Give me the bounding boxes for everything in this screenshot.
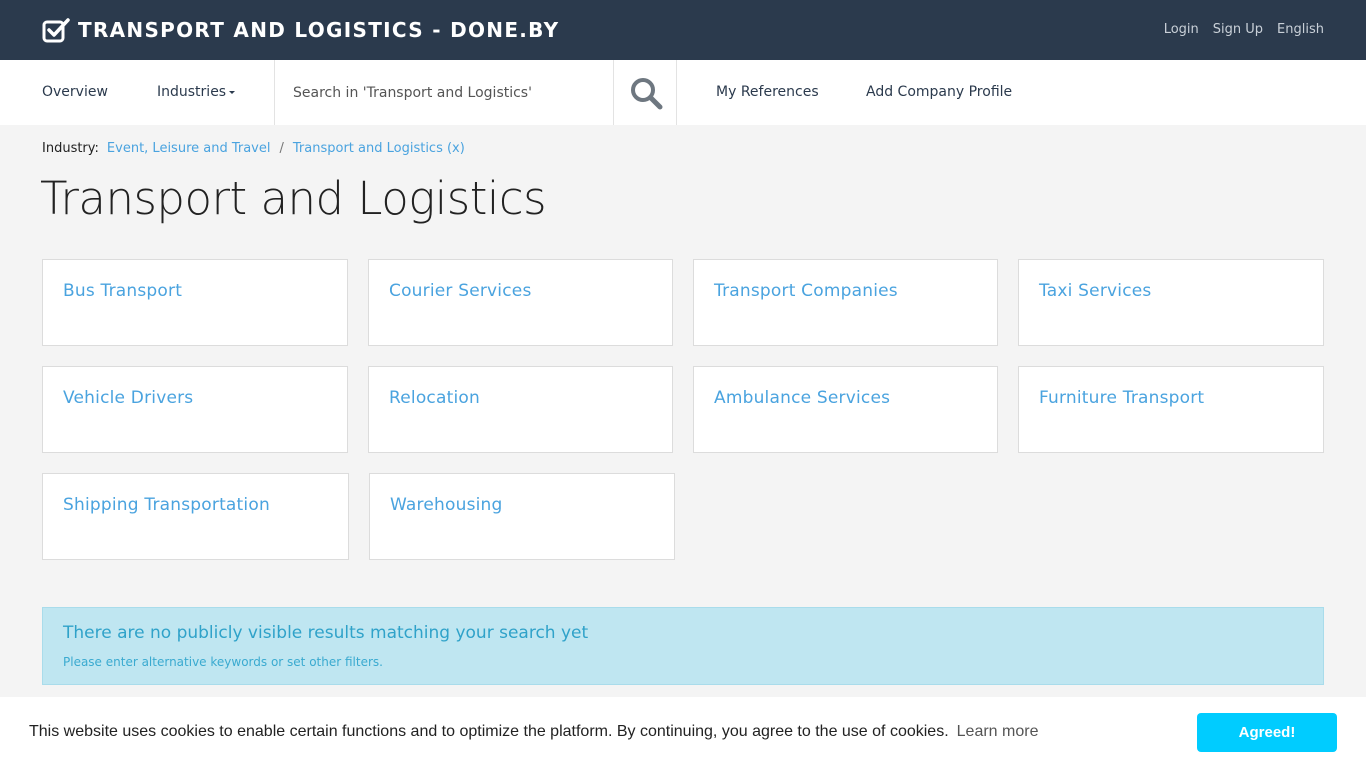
- cookie-agree-button[interactable]: Agreed!: [1197, 713, 1337, 752]
- breadcrumb-label: Industry:: [42, 141, 99, 156]
- alert-text: Please enter alternative keywords or set…: [63, 655, 383, 669]
- top-bar: TRANSPORT AND LOGISTICS - DONE.BY Login …: [0, 0, 1366, 60]
- category-tile-vehicle-drivers[interactable]: Vehicle Drivers: [42, 366, 348, 453]
- category-tile-shipping-transportation[interactable]: Shipping Transportation: [42, 473, 349, 560]
- category-label: Shipping Transportation: [63, 495, 270, 515]
- nav-overview[interactable]: Overview: [42, 84, 108, 100]
- search-box: [274, 60, 677, 125]
- main-nav: Overview Industries My References Add Co…: [0, 60, 1366, 125]
- no-results-alert: There are no publicly visible results ma…: [42, 607, 1324, 685]
- cookie-banner: This website uses cookies to enable cert…: [0, 697, 1366, 768]
- category-label: Vehicle Drivers: [63, 388, 194, 408]
- category-label: Bus Transport: [63, 281, 183, 301]
- category-label: Ambulance Services: [714, 388, 891, 408]
- login-link[interactable]: Login: [1164, 22, 1199, 37]
- nav-add-company-profile[interactable]: Add Company Profile: [866, 84, 1012, 100]
- category-tile-transport-companies[interactable]: Transport Companies: [693, 259, 998, 346]
- nav-industries-dropdown[interactable]: Industries: [157, 84, 236, 100]
- category-tile-courier-services[interactable]: Courier Services: [368, 259, 673, 346]
- category-label: Warehousing: [390, 495, 503, 515]
- breadcrumb: Industry: Event, Leisure and Travel / Tr…: [42, 141, 465, 156]
- category-label: Transport Companies: [714, 281, 898, 301]
- category-tile-taxi-services[interactable]: Taxi Services: [1018, 259, 1324, 346]
- checkbox-check-icon: [42, 18, 70, 43]
- breadcrumb-item-transport-logistics[interactable]: Transport and Logistics (x): [293, 141, 465, 156]
- category-tile-ambulance-services[interactable]: Ambulance Services: [693, 366, 998, 453]
- cookie-text: This website uses cookies to enable cert…: [29, 723, 949, 740]
- cookie-message: This website uses cookies to enable cert…: [29, 723, 1038, 741]
- category-tile-bus-transport[interactable]: Bus Transport: [42, 259, 348, 346]
- search-input[interactable]: [275, 60, 614, 125]
- brand-logo[interactable]: TRANSPORT AND LOGISTICS - DONE.BY: [42, 17, 559, 43]
- category-tile-furniture-transport[interactable]: Furniture Transport: [1018, 366, 1324, 453]
- nav-industries-label: Industries: [157, 84, 227, 100]
- breadcrumb-separator: /: [279, 141, 284, 156]
- sign-up-link[interactable]: Sign Up: [1213, 22, 1263, 37]
- nav-my-references[interactable]: My References: [716, 84, 819, 100]
- category-label: Courier Services: [389, 281, 532, 301]
- category-label: Taxi Services: [1039, 281, 1152, 301]
- breadcrumb-item-event-leisure-travel[interactable]: Event, Leisure and Travel: [107, 141, 271, 156]
- caret-down-icon: [229, 90, 236, 94]
- language-link[interactable]: English: [1277, 22, 1324, 37]
- brand-title: TRANSPORT AND LOGISTICS - DONE.BY: [78, 18, 560, 42]
- category-tile-warehousing[interactable]: Warehousing: [369, 473, 675, 560]
- page-title: Transport and Logistics: [40, 172, 547, 225]
- search-icon: [630, 77, 662, 109]
- category-label: Furniture Transport: [1039, 388, 1205, 408]
- alert-title: There are no publicly visible results ma…: [63, 623, 589, 643]
- category-label: Relocation: [389, 388, 480, 408]
- search-button[interactable]: [614, 60, 677, 125]
- account-links: Login Sign Up English: [1164, 22, 1324, 37]
- category-tile-relocation[interactable]: Relocation: [368, 366, 673, 453]
- cookie-learn-more-link[interactable]: Learn more: [957, 723, 1039, 740]
